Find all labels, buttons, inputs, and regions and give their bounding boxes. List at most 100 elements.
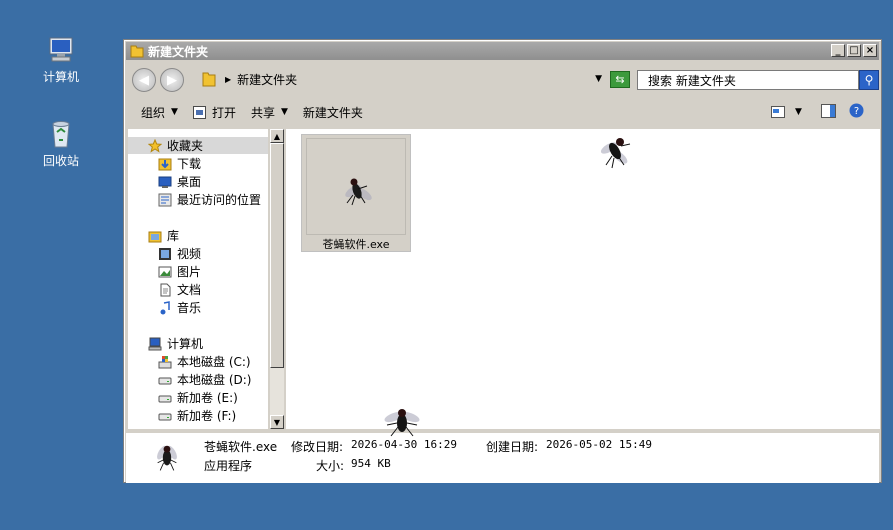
forward-button[interactable]: ▶ <box>160 68 184 92</box>
fly-icon[interactable] <box>596 130 636 170</box>
scrollbar-thumb[interactable] <box>270 143 284 368</box>
drive-icon <box>158 373 172 387</box>
nav-computer[interactable]: 计算机 <box>148 335 203 352</box>
drive-icon <box>158 409 172 423</box>
help-icon: ? <box>849 103 864 118</box>
nav-item-documents[interactable]: 文档 <box>158 281 201 298</box>
star-icon <box>147 138 163 153</box>
desktop-icon-recycle-bin[interactable]: 回收站 <box>26 118 96 169</box>
fly-icon <box>157 445 177 471</box>
open-icon <box>192 105 206 119</box>
computer-icon <box>148 337 162 351</box>
navigation-scrollbar[interactable]: ▲ ▼ <box>270 129 284 429</box>
fly-icon[interactable] <box>379 403 425 443</box>
open-label: 打开 <box>211 105 236 120</box>
title-bar[interactable]: 新建文件夹 _ □ × <box>126 42 879 60</box>
close-button[interactable]: × <box>863 44 877 57</box>
nav-item-drive-f[interactable]: 新加卷 (F:) <box>158 407 236 424</box>
desktop-icon <box>158 175 172 189</box>
details-created-label: 创建日期: <box>486 440 539 454</box>
share-label: 共享 <box>250 105 275 120</box>
organize-label: 组织 <box>141 105 166 120</box>
nav-label: 新加卷 (E:) <box>177 391 238 405</box>
scroll-down-button[interactable]: ▼ <box>270 415 284 429</box>
nav-item-pictures[interactable]: 图片 <box>158 263 201 280</box>
download-folder-icon <box>158 157 172 171</box>
chevron-down-icon: ▼ <box>280 107 288 117</box>
nav-label: 新加卷 (F:) <box>177 409 237 423</box>
preview-pane-button[interactable] <box>821 103 836 121</box>
nav-label: 本地磁盘 (D:) <box>177 373 252 387</box>
desktop-icon-label: 计算机 <box>42 70 79 84</box>
music-icon <box>158 300 172 315</box>
details-file-type: 应用程序 <box>204 459 253 473</box>
desktop-icon-label: 回收站 <box>42 154 79 168</box>
recent-places-icon <box>158 193 172 207</box>
window-title: 新建文件夹 <box>148 44 209 59</box>
file-name: 苍蝇软件.exe <box>322 238 390 251</box>
search-input[interactable]: 搜索 新建文件夹 <box>637 70 859 90</box>
nav-item-music[interactable]: 音乐 <box>158 299 201 316</box>
refresh-button[interactable]: ⇆ <box>610 71 630 88</box>
new-folder-button[interactable]: 新建文件夹 <box>303 104 363 121</box>
nav-label: 计算机 <box>167 337 204 351</box>
preview-pane-icon <box>821 103 836 118</box>
system-drive-icon <box>158 355 172 369</box>
nav-label: 库 <box>167 229 180 243</box>
help-button[interactable]: ? <box>849 103 864 121</box>
fly-icon <box>345 178 372 206</box>
nav-item-drive-e[interactable]: 新加卷 (E:) <box>158 389 238 406</box>
minimize-icon: _ <box>835 44 841 56</box>
address-bar: ◀ ▶ ▶ 新建文件夹 ▼ ⇆ 搜索 新建文件夹 ⚲ <box>126 62 879 96</box>
nav-item-recent[interactable]: 最近访问的位置 <box>158 191 261 208</box>
nav-item-drive-d[interactable]: 本地磁盘 (D:) <box>158 371 251 388</box>
file-item[interactable]: 苍蝇软件.exe <box>301 134 411 252</box>
scroll-up-button[interactable]: ▲ <box>270 129 284 143</box>
chevron-down-icon: ▼ <box>795 107 802 117</box>
breadcrumb[interactable]: 新建文件夹 <box>237 71 297 88</box>
details-size-value: 954 KB <box>351 457 391 470</box>
chevron-down-icon: ▼ <box>171 107 178 117</box>
folder-icon <box>201 71 217 87</box>
details-file-name: 苍蝇软件.exe <box>204 440 278 454</box>
nav-item-downloads[interactable]: 下载 <box>158 155 201 172</box>
document-icon <box>158 283 172 297</box>
breadcrumb-separator-icon[interactable]: ▶ <box>225 75 231 84</box>
organize-button[interactable]: 组织 ▼ <box>141 104 178 121</box>
details-created-value: 2026-05-02 15:49 <box>546 438 652 451</box>
share-button[interactable]: 共享 ▼ <box>251 104 288 121</box>
details-size-label: 大小: <box>316 459 345 473</box>
maximize-icon: □ <box>849 44 859 56</box>
file-list: 苍蝇软件.exe <box>286 129 880 429</box>
nav-label: 文档 <box>177 283 202 297</box>
nav-library[interactable]: 库 <box>148 227 179 244</box>
picture-icon <box>158 265 172 279</box>
command-bar: 组织 ▼ 打开 共享 ▼ 新建文件夹 ▼ ? <box>126 98 879 126</box>
maximize-button[interactable]: □ <box>847 44 861 57</box>
nav-label: 音乐 <box>177 301 202 315</box>
navigation-pane: 收藏夹 下载 桌面 最近访问的位置 库 视频 图片 文档 音乐 计算机 本地磁盘… <box>128 129 268 429</box>
nav-item-desktop[interactable]: 桌面 <box>158 173 201 190</box>
nav-item-videos[interactable]: 视频 <box>158 245 201 262</box>
svg-text:?: ? <box>854 106 859 117</box>
nav-favorites[interactable]: 收藏夹 <box>147 137 203 154</box>
search-button[interactable]: ⚲ <box>859 70 879 90</box>
computer-icon <box>45 34 77 66</box>
view-options-button[interactable]: ▼ <box>771 106 802 118</box>
open-button[interactable]: 打开 <box>192 104 236 121</box>
library-icon <box>148 229 162 243</box>
views-icon <box>771 106 785 118</box>
desktop-icon-computer[interactable]: 计算机 <box>26 34 96 85</box>
nav-item-drive-c[interactable]: 本地磁盘 (C:) <box>158 353 251 370</box>
video-icon <box>158 247 172 261</box>
address-dropdown-icon[interactable]: ▼ <box>595 74 602 84</box>
nav-label: 桌面 <box>177 175 202 189</box>
search-placeholder: 搜索 新建文件夹 <box>648 73 736 88</box>
minimize-button[interactable]: _ <box>831 44 845 57</box>
search-icon: ⚲ <box>864 73 874 87</box>
back-button[interactable]: ◀ <box>132 68 156 92</box>
details-modified-label: 修改日期: <box>291 440 344 454</box>
recycle-bin-icon <box>45 118 77 150</box>
address-field[interactable]: ▶ 新建文件夹 ▼ <box>201 69 606 89</box>
close-icon: × <box>865 44 875 56</box>
